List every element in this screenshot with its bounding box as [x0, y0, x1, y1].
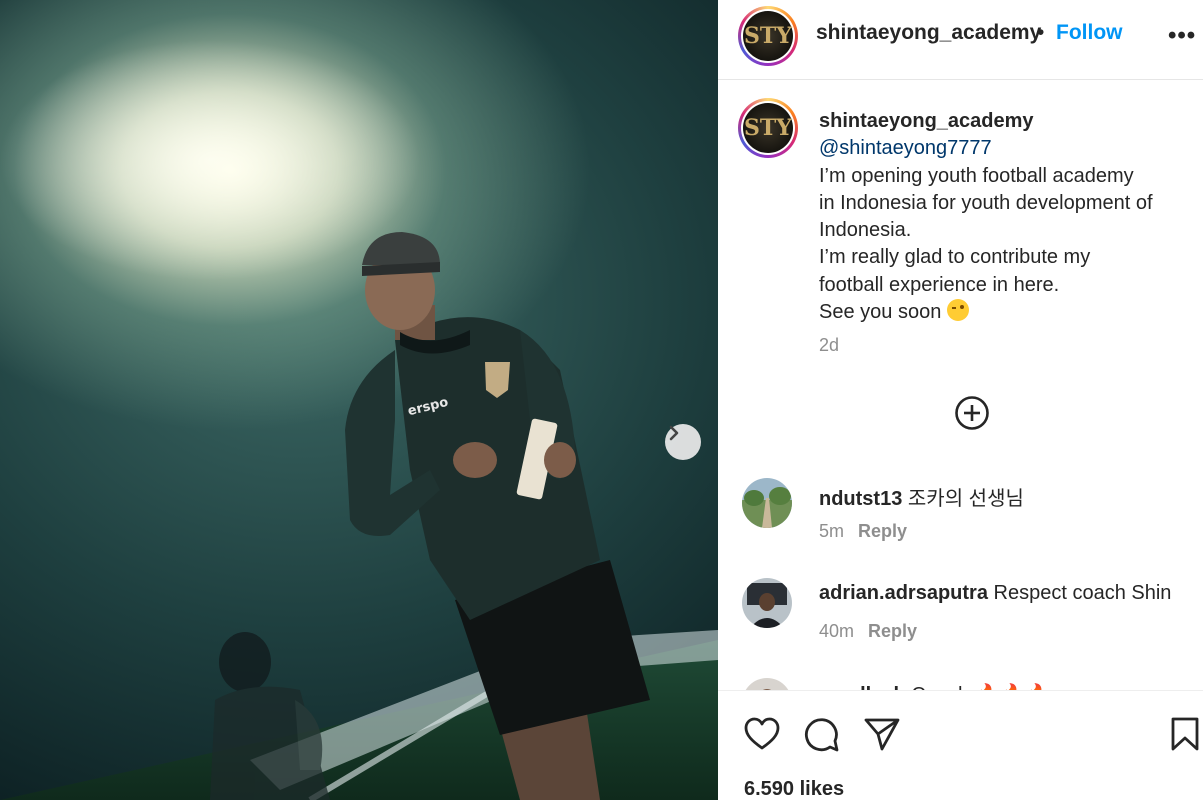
header-username[interactable]: shintaeyong_academy [816, 21, 1041, 45]
training-photo: erspo [0, 40, 718, 800]
comment-text: ndutst13 조카의 선생님 [819, 482, 1024, 511]
save-bookmark-icon[interactable] [1170, 717, 1200, 751]
caption-username[interactable]: shintaeyong_academy [819, 108, 1194, 135]
post-side-panel: STY shintaeyong_academy • Follow ••• STY… [718, 0, 1203, 800]
comment-username[interactable]: ndutst13 [819, 488, 902, 510]
share-paper-plane-icon[interactable] [864, 717, 900, 751]
caption-line: Indonesia. [819, 219, 912, 242]
winking-face-emoji-icon [947, 299, 970, 322]
comment-username[interactable]: adrian.adrsaputra [819, 582, 988, 604]
follow-button[interactable]: Follow [1056, 21, 1123, 45]
comment-body: 조카의 선생님 [907, 488, 1024, 510]
chevron-right-icon [669, 425, 679, 441]
post-header: STY shintaeyong_academy • Follow ••• [718, 0, 1203, 80]
academy-logo: STY [743, 103, 793, 153]
like-heart-icon[interactable] [744, 717, 780, 751]
post-action-bar: 6.590 likes [718, 690, 1203, 800]
post-caption: shintaeyong_academy @shintaeyong7777 I’m… [819, 108, 1194, 326]
plus-circle-icon [955, 396, 989, 430]
comment-bubble-icon[interactable] [804, 717, 840, 753]
academy-logo: STY [743, 11, 793, 61]
header-separator: • [1037, 21, 1045, 44]
comment-text: adrian.adrsaputra Respect coach Shin [819, 582, 1171, 605]
comment-meta: 40m Reply [819, 621, 917, 642]
comment-item: adrian.adrsaputra Respect coach Shin 40m… [742, 578, 1192, 648]
more-options-icon[interactable]: ••• [1168, 22, 1196, 50]
comment-time: 40m [819, 621, 855, 641]
caption-line: I’m opening youth football academy [819, 164, 1134, 187]
load-more-comments-button[interactable] [954, 395, 990, 431]
caption-line: I’m really glad to contribute my [819, 246, 1091, 269]
carousel-next-button[interactable] [665, 424, 701, 460]
profile-avatar[interactable]: STY [738, 6, 798, 66]
post-media: erspo [0, 0, 718, 800]
caption-line: See you soon [819, 299, 1194, 326]
caption-timestamp: 2d [819, 335, 840, 355]
reply-button[interactable]: Reply [858, 521, 907, 541]
caption-line-text: See you soon [819, 301, 942, 324]
comment-body: Respect coach Shin [993, 582, 1172, 604]
comment-item: ndutst13 조카의 선생님 5m Reply [742, 478, 1192, 548]
reply-button[interactable]: Reply [868, 621, 917, 641]
caption-avatar[interactable]: STY [738, 98, 798, 158]
comment-meta: 5m Reply [819, 521, 907, 542]
caption-mention-link[interactable]: @shintaeyong7777 [819, 135, 1194, 162]
commenter-avatar[interactable] [742, 478, 792, 528]
caption-line: football experience in here. [819, 273, 1060, 296]
likes-count[interactable]: 6.590 likes [744, 778, 844, 800]
commenter-avatar[interactable] [742, 578, 792, 628]
comment-time: 5m [819, 521, 845, 541]
caption-line: in Indonesia for youth development of [819, 191, 1153, 214]
